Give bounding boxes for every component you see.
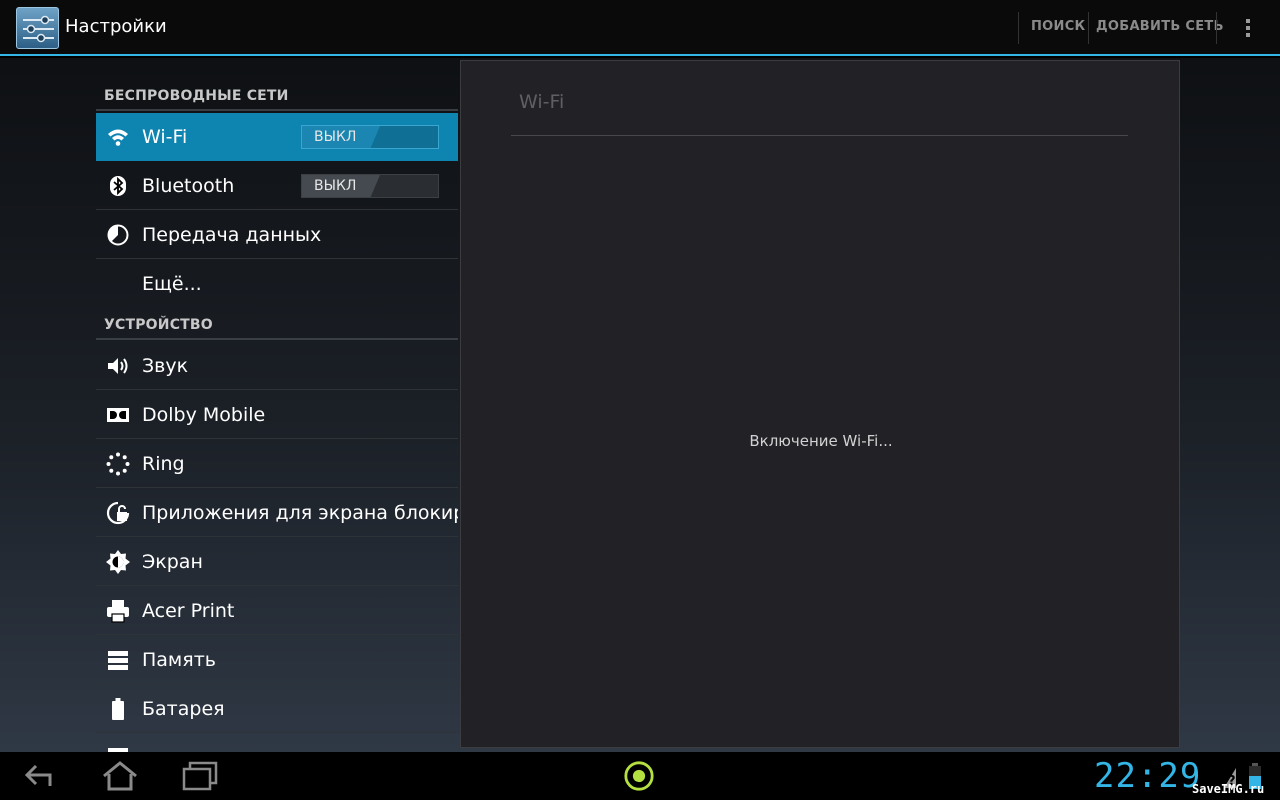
settings-content: БЕСПРОВОДНЫЕ СЕТИ Wi-Fi ВЫКЛ Bluetooth В… [0, 58, 1280, 752]
divider [96, 109, 458, 111]
settings-item-storage[interactable]: Память [96, 636, 458, 684]
add-network-button[interactable]: ДОБАВИТЬ СЕТЬ [1096, 19, 1224, 34]
ring-icon [106, 452, 130, 476]
settings-item-battery[interactable]: Батарея [96, 685, 458, 733]
app-title: Настройки [65, 16, 167, 37]
settings-list[interactable]: БЕСПРОВОДНЫЕ СЕТИ Wi-Fi ВЫКЛ Bluetooth В… [96, 58, 458, 752]
divider [1088, 12, 1089, 44]
settings-item-label: Wi-Fi [142, 126, 188, 148]
battery-icon [112, 698, 124, 720]
settings-item-label: Звук [142, 355, 189, 377]
settings-item-label: Приложения для экрана блокировки [142, 502, 458, 524]
divider [511, 135, 1128, 136]
settings-item-dolby[interactable]: Dolby Mobile [96, 391, 458, 439]
status-clock[interactable]: 22:29 [1094, 756, 1201, 796]
search-button[interactable]: ПОИСК [1031, 19, 1085, 34]
wifi-icon [108, 129, 128, 146]
panel-title: Wi-Fi [519, 91, 565, 113]
data-usage-icon [107, 224, 129, 246]
settings-item-display[interactable]: Экран [96, 538, 458, 586]
settings-item-label: Экран [142, 551, 203, 573]
toggle-state-label: ВЫКЛ [314, 178, 357, 194]
settings-item-label: Dolby Mobile [142, 404, 266, 426]
divider [1018, 12, 1019, 44]
divider [96, 338, 458, 340]
settings-item-partial[interactable] [96, 734, 458, 752]
dolby-icon [107, 408, 129, 422]
recent-apps-icon[interactable] [180, 760, 220, 792]
divider [1216, 12, 1217, 44]
ring-launcher-icon[interactable] [622, 760, 656, 792]
action-bar: Настройки ПОИСК ДОБАВИТЬ СЕТЬ [0, 0, 1280, 56]
wifi-status-message: Включение Wi-Fi... [749, 432, 893, 450]
settings-item-wifi[interactable]: Wi-Fi ВЫКЛ [96, 113, 458, 161]
settings-item-label: Память [142, 649, 216, 671]
wifi-toggle[interactable]: ВЫКЛ [301, 125, 439, 149]
settings-item-more[interactable]: Ещё... [96, 260, 458, 308]
settings-item-bluetooth[interactable]: Bluetooth ВЫКЛ [96, 162, 458, 210]
settings-item-label: Передача данных [142, 224, 322, 246]
settings-item-sound[interactable]: Звук [96, 342, 458, 390]
settings-item-label: Батарея [142, 698, 225, 720]
settings-item-label: Ещё... [142, 273, 202, 295]
wifi-detail-panel: Wi-Fi Включение Wi-Fi... [460, 60, 1180, 748]
settings-item-acer-print[interactable]: Acer Print [96, 587, 458, 635]
settings-item-label: Bluetooth [142, 175, 235, 197]
overflow-menu-icon[interactable] [1240, 16, 1256, 40]
back-icon[interactable] [22, 760, 58, 792]
settings-item-label: Acer Print [142, 600, 235, 622]
storage-icon [108, 651, 128, 670]
brightness-icon [106, 550, 130, 574]
category-header-wireless: БЕСПРОВОДНЫЕ СЕТИ [104, 88, 289, 104]
lock-screen-apps-icon [106, 501, 130, 525]
home-icon[interactable] [100, 760, 140, 792]
speaker-icon [108, 358, 128, 374]
settings-sliders-icon[interactable] [16, 7, 59, 49]
printer-icon [107, 600, 129, 623]
system-navigation-bar: 22:29 ? [0, 752, 1280, 800]
toggle-state-label: ВЫКЛ [314, 129, 357, 145]
watermark: SaveIMG.ru [1192, 782, 1265, 796]
category-header-device: УСТРОЙСТВО [104, 317, 213, 333]
settings-item-ring[interactable]: Ring [96, 440, 458, 488]
bluetooth-icon [110, 176, 126, 196]
settings-item-lock-screen-apps[interactable]: Приложения для экрана блокировки [96, 489, 458, 537]
bluetooth-toggle[interactable]: ВЫКЛ [301, 174, 439, 198]
settings-item-data-usage[interactable]: Передача данных [96, 211, 458, 259]
settings-item-label: Ring [142, 453, 185, 475]
